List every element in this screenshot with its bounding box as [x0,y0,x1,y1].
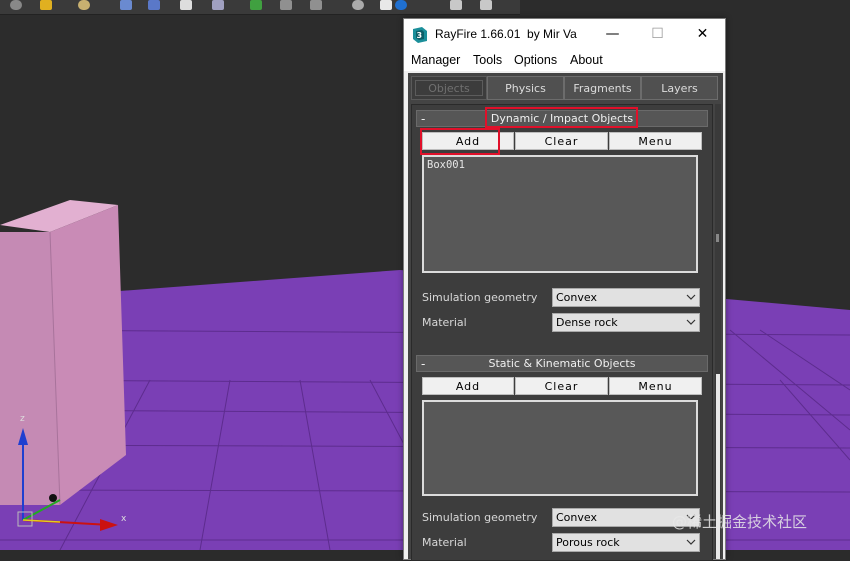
static-material-value: Porous rock [556,536,620,549]
tab-strip: Objects Physics Fragments Layers [411,76,718,102]
toolbar-icon[interactable] [380,0,392,10]
menu-tools[interactable]: Tools [473,53,502,67]
static-sim-value: Convex [556,511,597,524]
toolbar-icon[interactable] [212,0,224,10]
toolbar-icon[interactable] [148,0,160,10]
tab-objects[interactable]: Objects [411,76,487,100]
static-sim-label: Simulation geometry [422,511,538,524]
menu-bar: Manager Tools Options About [404,49,725,71]
close-button[interactable]: ✕ [680,19,725,49]
static-clear-button[interactable]: Clear [515,377,608,395]
static-header-label: Static & Kinematic Objects [488,357,636,370]
static-menu-button[interactable]: Menu [609,377,702,395]
list-item[interactable]: Box001 [427,159,465,171]
tab-layers-label: Layers [661,81,698,95]
dynamic-rollout: - Dynamic / Impact Objects Add Clear Men… [416,110,708,332]
chevron-down-icon [686,539,696,545]
svg-text:3: 3 [417,31,423,40]
title-bar[interactable]: 3 RayFire 1.66.01 by Mir Va — ☐ ✕ [404,19,725,49]
toolbar-icon[interactable] [180,0,192,10]
rayfire-body: Objects Physics Fragments Layers - Dynam… [408,73,723,561]
toolbar-icon[interactable] [352,0,364,10]
toolbar-icon[interactable] [480,0,492,10]
static-material-label: Material [422,536,467,549]
toolbar-icon[interactable] [280,0,292,10]
max-toolbar [0,0,520,15]
toolbar-icon[interactable] [78,0,90,10]
dynamic-object-list[interactable]: Box001 [422,155,698,273]
dynamic-header-label: Dynamic / Impact Objects [490,112,634,125]
watermark: @稀土掘金技术社区 [672,513,808,531]
toolbar-icon[interactable] [40,0,52,10]
static-material-dropdown[interactable]: Porous rock [552,533,700,552]
dynamic-add-button[interactable]: Add [422,132,514,150]
collapse-icon[interactable]: - [421,112,425,126]
static-button-row: Add Clear Menu [422,377,702,395]
gizmo-z-label: z [20,414,25,424]
minimize-button[interactable]: — [590,19,635,49]
dynamic-sim-label: Simulation geometry [422,291,538,304]
tab-fragments-label: Fragments [573,81,632,95]
tab-layers[interactable]: Layers [641,76,718,100]
toolbar-icon[interactable] [250,0,262,10]
dynamic-button-row: Add Clear Menu [422,132,702,150]
dynamic-material-value: Dense rock [556,316,618,329]
menu-about[interactable]: About [570,53,603,67]
panel-scrollbar[interactable] [715,104,721,559]
dynamic-material-dropdown[interactable]: Dense rock [552,313,700,332]
tab-focus-frame [415,80,483,96]
rayfire-window: 3 RayFire 1.66.01 by Mir Va — ☐ ✕ Manage… [403,18,726,561]
tab-physics[interactable]: Physics [487,76,564,100]
static-rollout-header[interactable]: - Static & Kinematic Objects [416,355,708,372]
static-add-button[interactable]: Add [422,377,514,395]
gizmo-x-label: x [121,514,127,524]
window-title: RayFire 1.66.01 by Mir Va [435,27,577,41]
dynamic-sim-value: Convex [556,291,597,304]
dynamic-material-label: Material [422,316,467,329]
toolbar-icon[interactable] [310,0,322,10]
toolbar-icon[interactable] [10,0,22,10]
dynamic-menu-button[interactable]: Menu [609,132,702,150]
toolbar-icon[interactable] [450,0,462,10]
dynamic-clear-button[interactable]: Clear [515,132,608,150]
dynamic-sim-dropdown[interactable]: Convex [552,288,700,307]
static-rollout: - Static & Kinematic Objects Add Clear M… [416,355,708,560]
chevron-down-icon [686,319,696,325]
toolbar-icon[interactable] [395,0,407,10]
scroll-marker [716,234,719,242]
chevron-down-icon [686,294,696,300]
dynamic-rollout-header[interactable]: - Dynamic / Impact Objects [416,110,708,127]
collapse-icon[interactable]: - [421,357,425,371]
maximize-button[interactable]: ☐ [635,19,680,49]
rollout-panel[interactable]: - Dynamic / Impact Objects Add Clear Men… [411,104,713,561]
3dsmax-app-icon: 3 [413,27,427,43]
menu-options[interactable]: Options [514,53,557,67]
toolbar-icon[interactable] [120,0,132,10]
static-object-list[interactable] [422,400,698,496]
tab-fragments[interactable]: Fragments [564,76,641,100]
menu-manager[interactable]: Manager [411,53,460,67]
tab-physics-label: Physics [505,81,546,95]
